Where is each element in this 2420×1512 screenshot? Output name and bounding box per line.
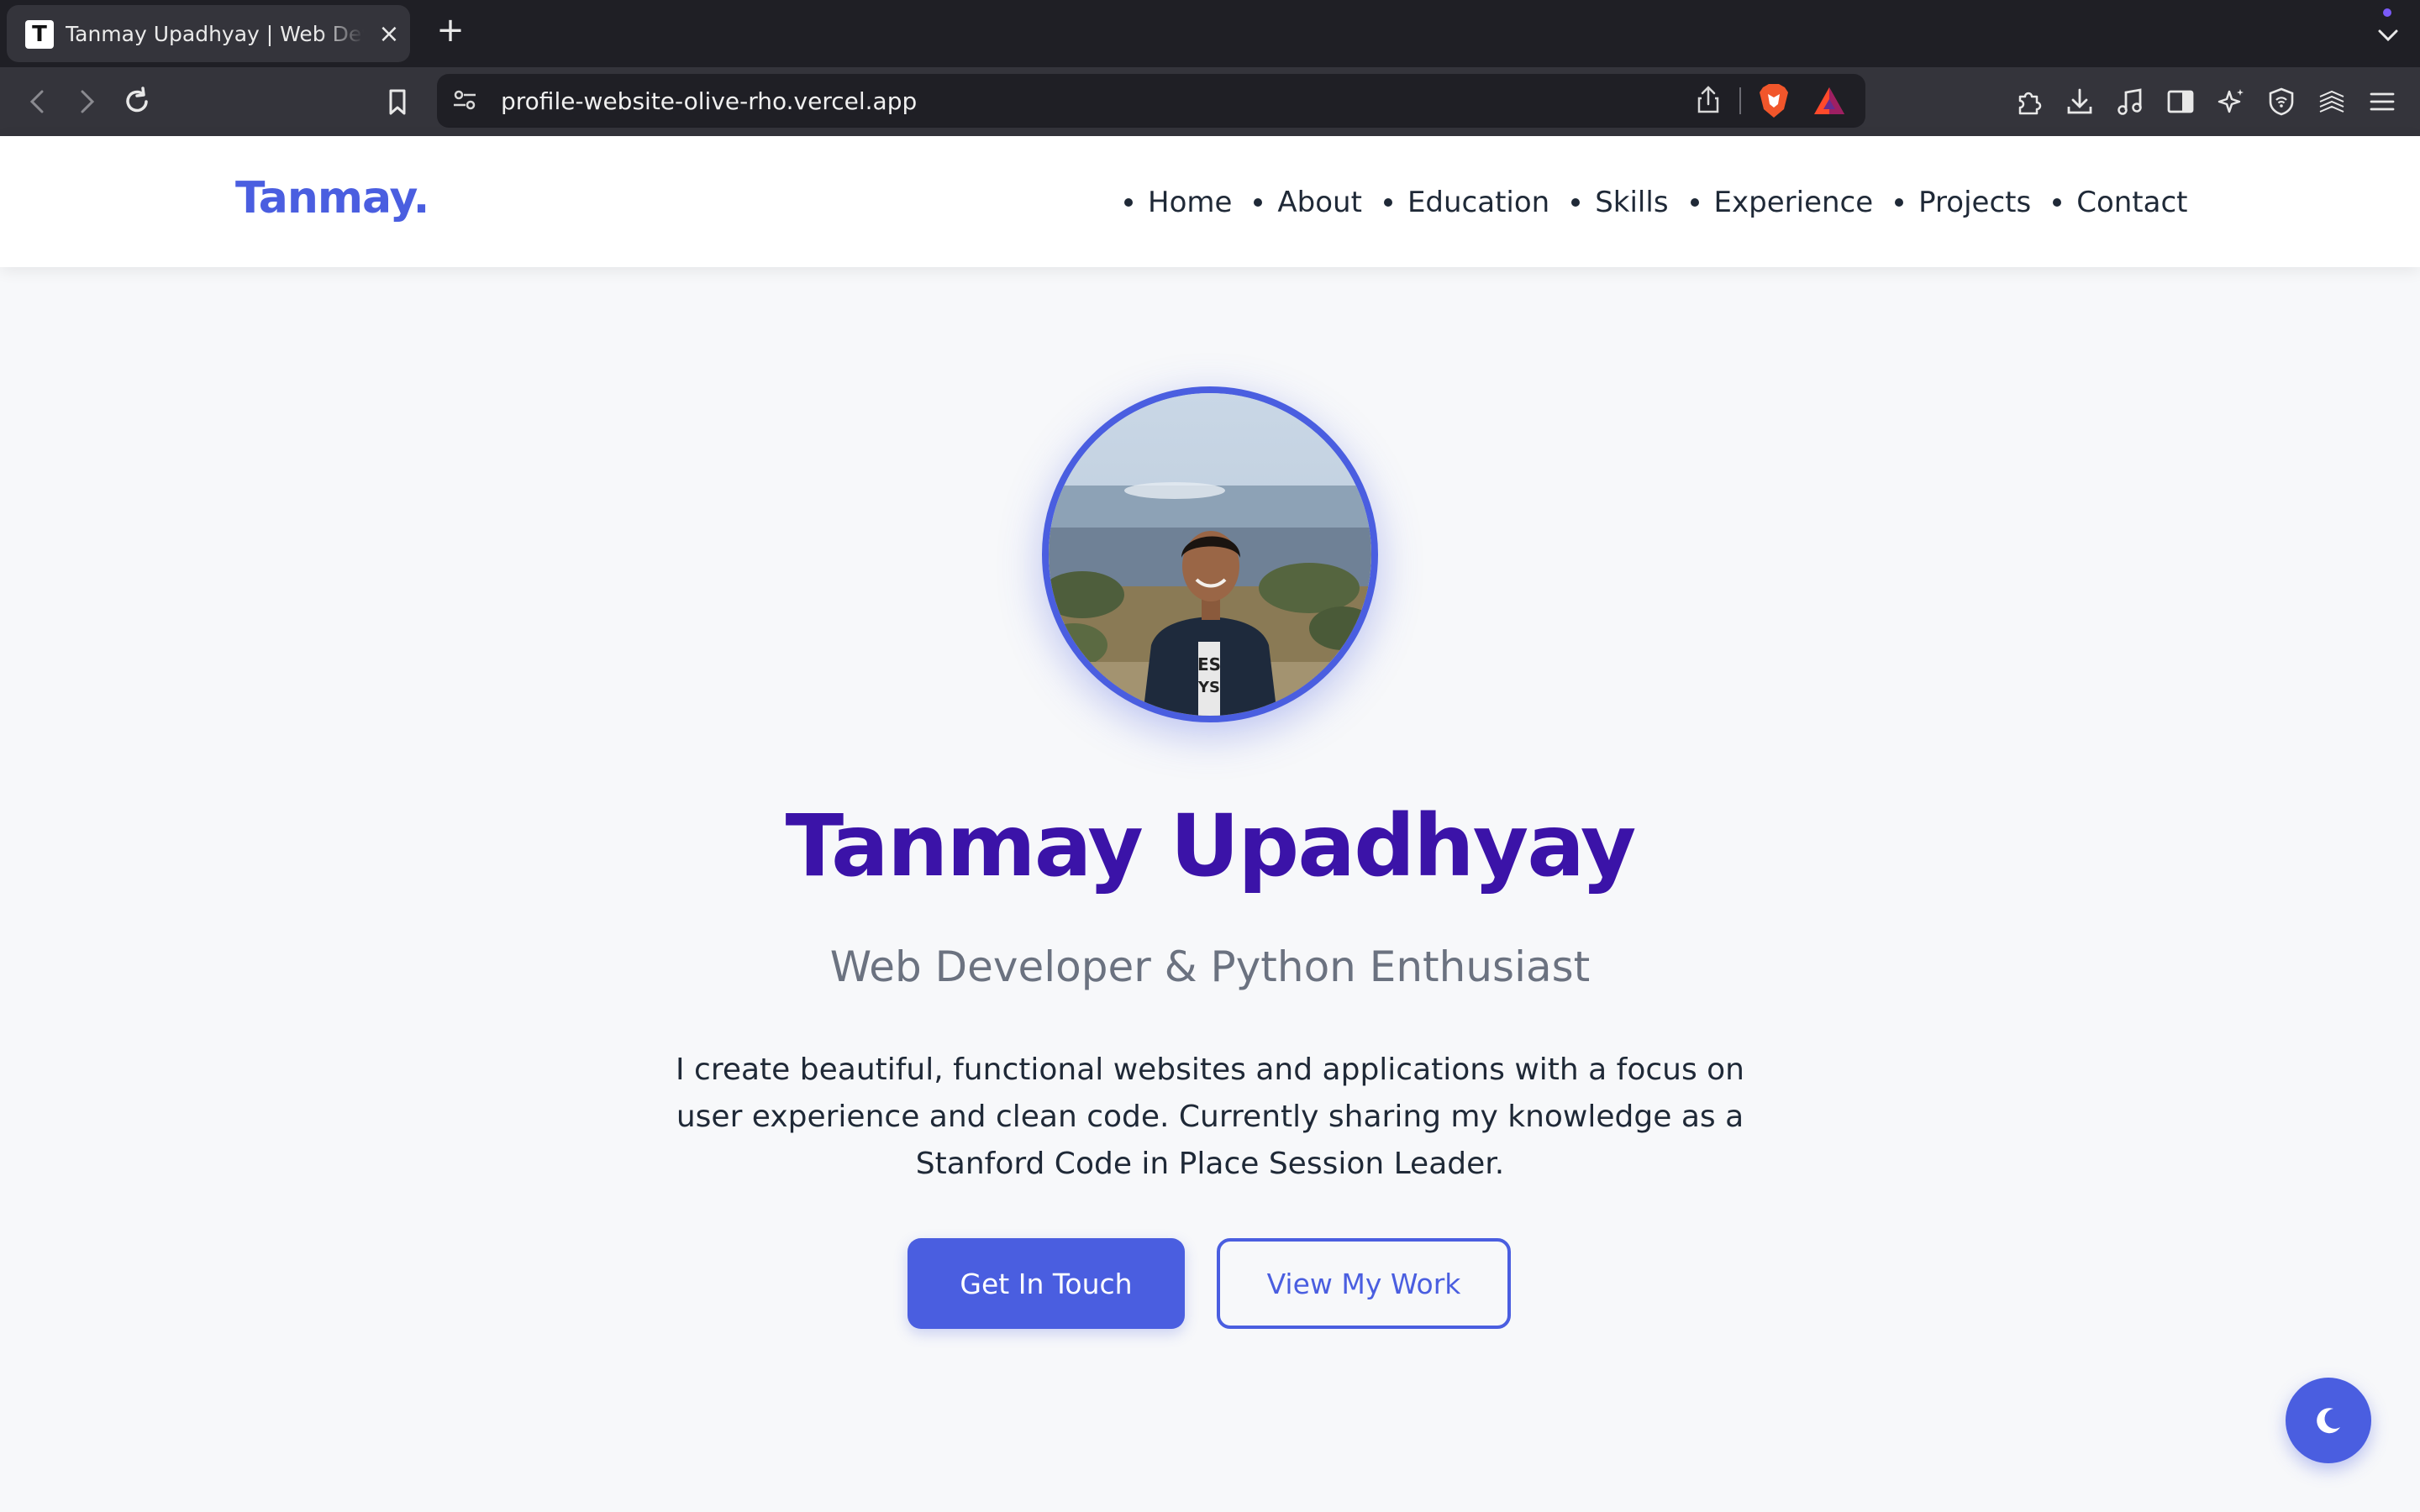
reload-icon[interactable]	[118, 82, 156, 121]
nav-link-about[interactable]: About	[1254, 186, 1362, 219]
new-tab-button[interactable]: +	[434, 13, 467, 47]
tab-list-chevron-icon[interactable]	[2371, 18, 2405, 52]
svg-text:YS: YS	[1197, 679, 1220, 696]
brave-shields-icon[interactable]	[1756, 82, 1791, 119]
tab-title: Tanmay Upadhyay | Web Developer	[66, 22, 364, 46]
bullet-icon	[1383, 198, 1392, 207]
vpn-shield-icon[interactable]	[2262, 82, 2301, 121]
nav-link-label: Skills	[1595, 186, 1669, 219]
bullet-icon	[1571, 198, 1581, 207]
hero-description: I create beautiful, functional websites …	[675, 1053, 1744, 1181]
bookmark-icon[interactable]	[378, 82, 417, 121]
notification-dot-icon	[2383, 8, 2391, 17]
site-favicon-icon: T	[25, 20, 54, 49]
bullet-icon	[1690, 198, 1699, 207]
nav-link-education[interactable]: Education	[1383, 186, 1550, 219]
nav-link-experience[interactable]: Experience	[1690, 186, 1874, 219]
nav-link-contact[interactable]: Contact	[2053, 186, 2187, 219]
address-bar[interactable]: profile-website-olive-rho.vercel.app	[437, 74, 1865, 128]
back-arrow-icon[interactable]	[18, 82, 57, 121]
url-text[interactable]: profile-website-olive-rho.vercel.app	[501, 87, 917, 116]
nav-link-label: Projects	[1918, 186, 2032, 219]
wallet-icon[interactable]	[2312, 82, 2351, 121]
bullet-icon	[1254, 198, 1263, 207]
profile-photo: ES YS	[1042, 386, 1378, 722]
media-music-icon[interactable]	[2111, 82, 2149, 121]
browser-tab[interactable]: T Tanmay Upadhyay | Web Developer ×	[7, 5, 410, 62]
nav-link-label: Contact	[2076, 186, 2188, 219]
brave-rewards-icon[interactable]	[1812, 84, 1847, 118]
download-icon[interactable]	[2060, 82, 2099, 121]
sidebar-icon[interactable]	[2161, 82, 2200, 121]
nav-link-skills[interactable]: Skills	[1571, 186, 1669, 219]
svg-text:ES: ES	[1197, 654, 1221, 675]
nav-link-label: Experience	[1713, 186, 1874, 219]
nav-links: Home About Education Skills Experience P…	[1124, 181, 2187, 223]
leo-ai-icon[interactable]	[2212, 82, 2250, 121]
site-header: Tanmay. Home About Education Skills Expe…	[0, 136, 2420, 267]
bullet-icon	[1124, 198, 1133, 207]
hero-subtitle: Web Developer & Python Enthusiast	[829, 942, 1591, 991]
browser-toolbar: profile-website-olive-rho.vercel.app	[0, 67, 2420, 136]
nav-link-label: Home	[1148, 186, 1233, 219]
view-my-work-button[interactable]: View My Work	[1217, 1238, 1511, 1329]
nav-link-projects[interactable]: Projects	[1895, 186, 2031, 219]
nav-link-label: Education	[1407, 186, 1550, 219]
bullet-icon	[1895, 198, 1904, 207]
address-bar-divider	[1739, 87, 1741, 114]
share-icon[interactable]	[1692, 84, 1724, 116]
bullet-icon	[2053, 198, 2062, 207]
get-in-touch-button[interactable]: Get In Touch	[908, 1238, 1185, 1329]
forward-arrow-icon[interactable]	[67, 82, 106, 121]
moon-icon	[2317, 1408, 2340, 1434]
nav-link-label: About	[1277, 186, 1362, 219]
menu-icon[interactable]	[2363, 82, 2402, 121]
browser-tab-bar: T Tanmay Upadhyay | Web Developer × +	[0, 0, 2420, 67]
site-logo[interactable]: Tanmay.	[235, 173, 429, 232]
hero-name: Tanmay Upadhyay	[785, 796, 1637, 896]
extensions-icon[interactable]	[2010, 82, 2049, 121]
theme-toggle-button[interactable]	[2286, 1378, 2371, 1463]
close-tab-icon[interactable]: ×	[376, 22, 402, 47]
profile-photo-illustration: ES YS	[1049, 393, 1371, 716]
nav-link-home[interactable]: Home	[1124, 186, 1232, 219]
site-settings-icon[interactable]	[450, 86, 479, 114]
